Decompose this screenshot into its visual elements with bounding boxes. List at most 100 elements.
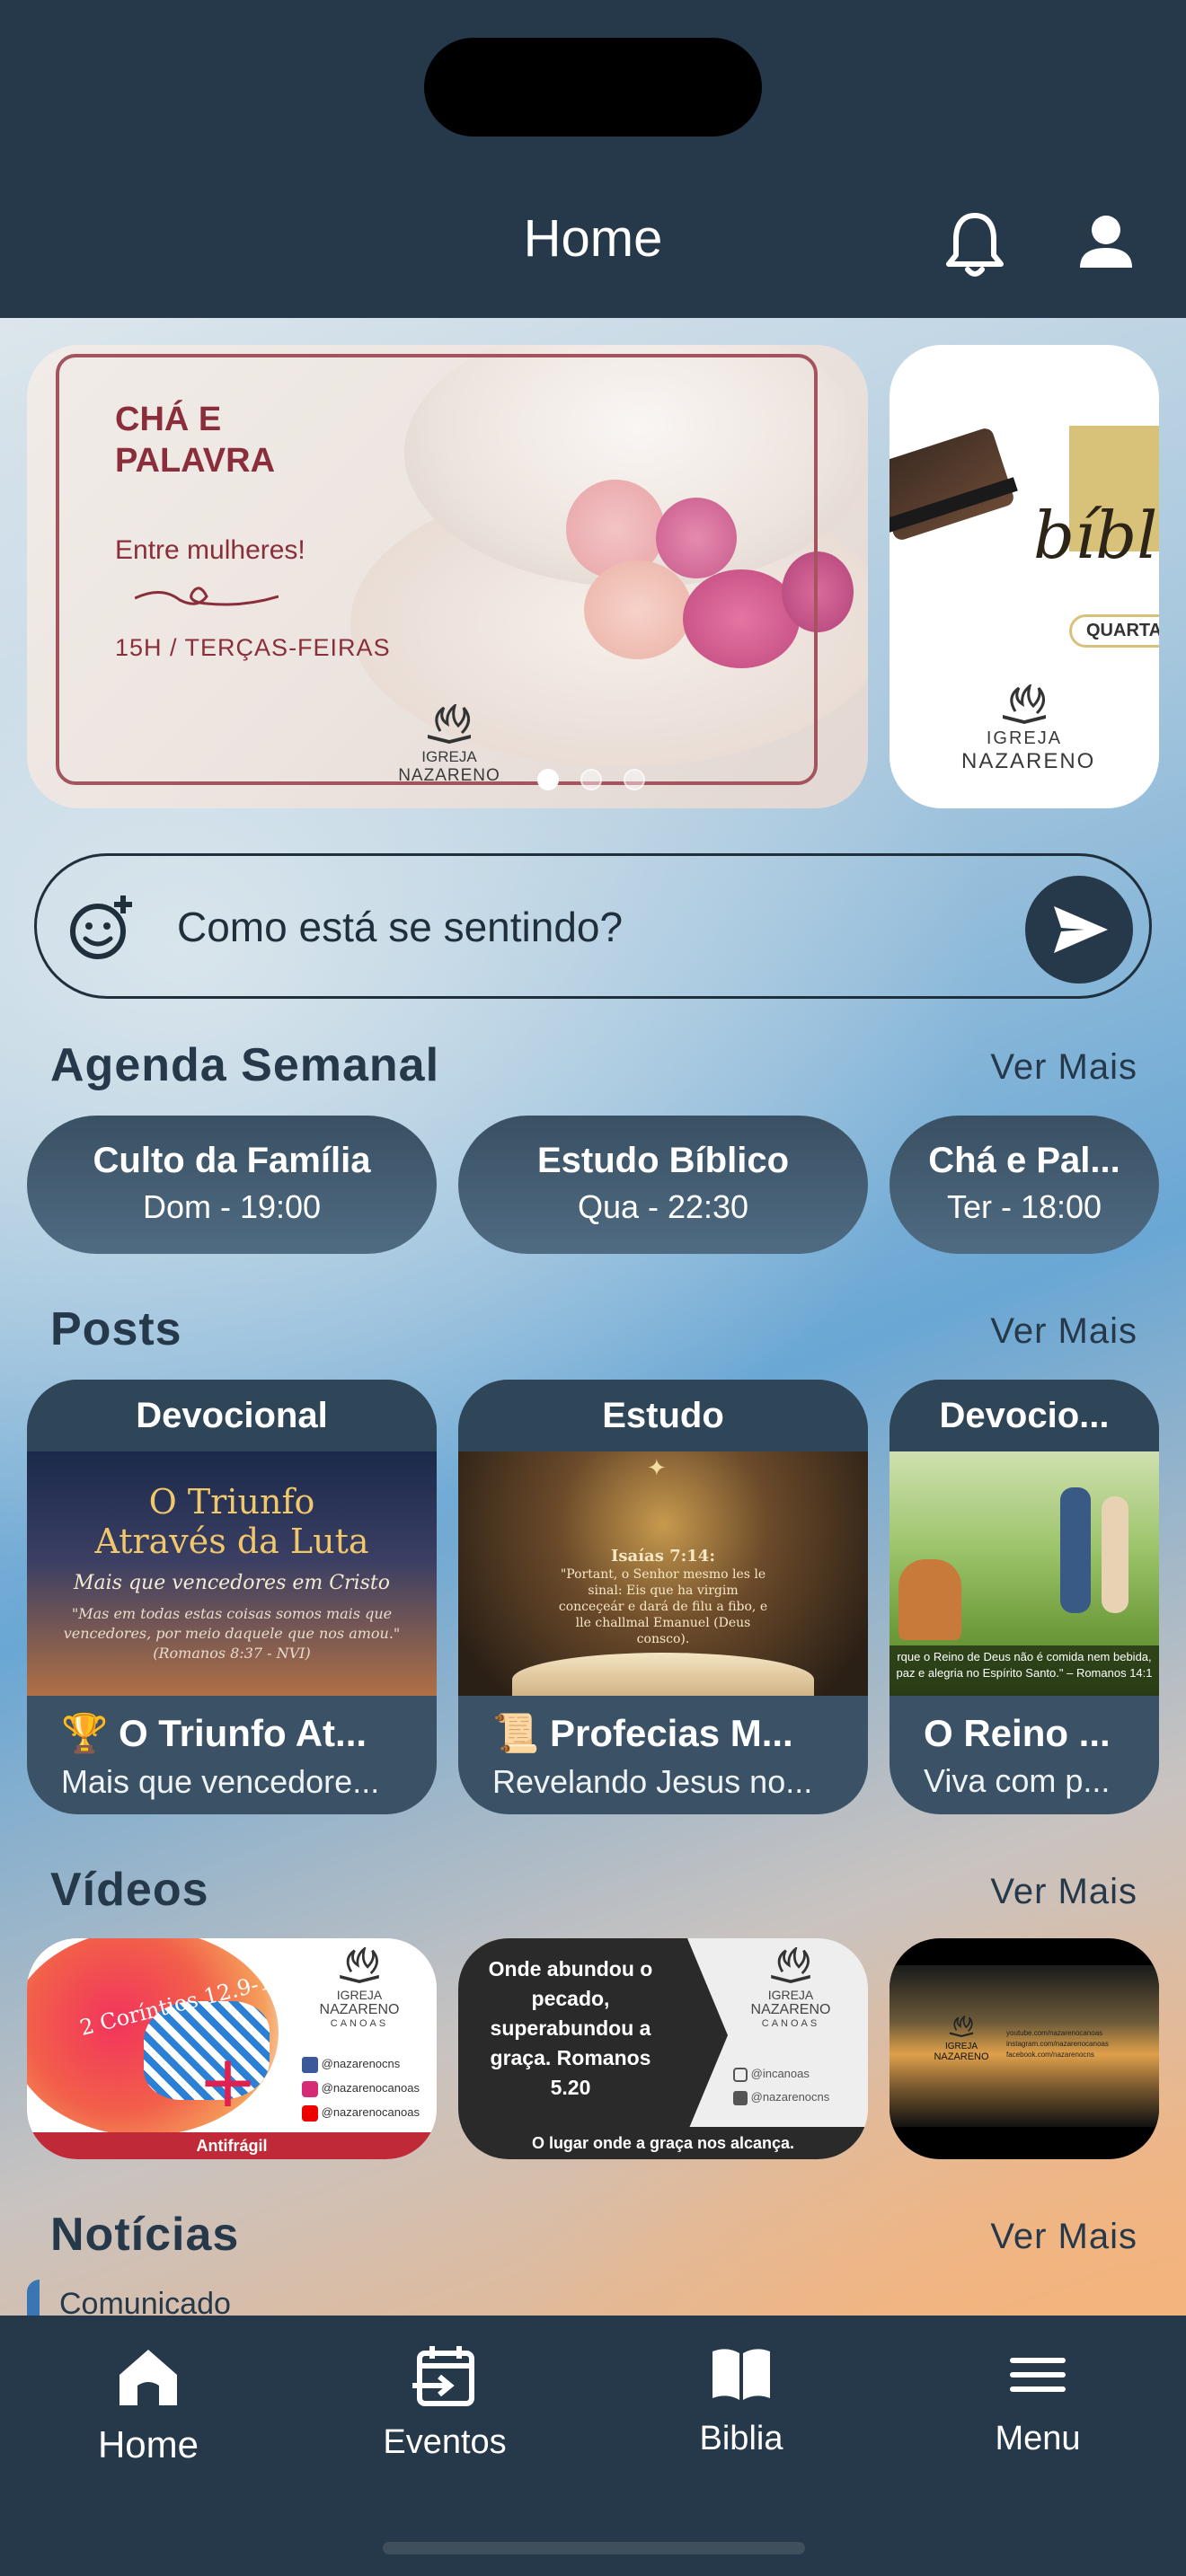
carousel-dot[interactable] <box>537 769 559 790</box>
logo-text: IGREJA <box>421 748 477 765</box>
post-subtitle: Revelando Jesus no... <box>492 1763 813 1800</box>
profile-icon[interactable] <box>1075 208 1137 280</box>
book-icon <box>712 2349 770 2400</box>
social-handles: @nazarenocns @nazarenocanoas @nazarenoca… <box>302 2051 420 2124</box>
add-emoji-icon[interactable] <box>67 894 136 966</box>
videos-ver-mais-link[interactable]: Ver Mais <box>990 1872 1137 1912</box>
agenda-item-time: Ter - 18:00 <box>946 1188 1102 1225</box>
post-image-caption: rque o Reino de Deus não é comida nem be… <box>890 1645 1159 1696</box>
carousel-dot[interactable] <box>580 769 602 790</box>
family-image <box>1060 1487 1091 1613</box>
instagram-icon <box>302 2080 318 2097</box>
page-title: Home <box>523 209 663 268</box>
logo-text: IGREJA <box>336 1988 383 2002</box>
banner-subtitle: Entre mulheres! <box>115 535 305 565</box>
family-image <box>1102 1496 1128 1613</box>
nav-biblia[interactable]: Biblia <box>593 2342 890 2458</box>
video-footer: Antifrágil <box>27 2132 437 2159</box>
post-image-quote: "Mas em todas estas coisas somos mais qu… <box>63 1605 401 1662</box>
youtube-icon <box>302 2104 318 2122</box>
post-image: O Triunfo Através da Luta Mais que vence… <box>27 1451 437 1696</box>
logo-text: IGREJA <box>986 728 1063 748</box>
banner-estudo-biblico[interactable]: bíbl QUARTA IGREJA NAZARENO <box>890 345 1159 808</box>
facebook-icon <box>733 2090 748 2105</box>
open-book-image <box>512 1653 814 1696</box>
social-handles: @incanoas @nazarenocns <box>733 2062 829 2109</box>
agenda-item-name: Chá e Pal... <box>928 1141 1120 1180</box>
church-logo: IGREJA NAZARENO <box>961 682 1096 774</box>
nav-menu[interactable]: Menu <box>890 2342 1186 2458</box>
post-category: Estudo <box>458 1380 868 1451</box>
social-handle: facebook.com/nazarenocns <box>1006 2051 1094 2059</box>
agenda-item[interactable]: Chá e Pal... Ter - 18:00 <box>890 1116 1159 1254</box>
agenda-ver-mais-link[interactable]: Ver Mais <box>990 1047 1137 1088</box>
calendar-icon <box>412 2346 474 2406</box>
carousel-indicator <box>537 769 645 790</box>
post-title: 📜 Profecias M... <box>492 1712 793 1754</box>
cross-icon: + <box>198 2040 259 2123</box>
nav-eventos-label: Eventos <box>383 2423 507 2461</box>
banner-time: 15H / TERÇAS-FEIRAS <box>115 634 391 661</box>
hamburger-icon <box>1010 2358 1066 2392</box>
family-image <box>898 1559 961 1640</box>
nav-menu-label: Menu <box>995 2420 1081 2457</box>
news-card-edge <box>27 2280 40 2316</box>
bottom-nav: Home Eventos Biblia Menu <box>0 2316 1186 2576</box>
banner-title: CHÁ E PALAVRA <box>115 401 276 480</box>
logo-text: NAZARENO <box>934 2051 989 2062</box>
logo-text: NAZARENO <box>961 749 1096 773</box>
video-footer: O lugar onde a graça nos alcança. <box>458 2127 868 2159</box>
logo-text: CANOAS <box>330 2018 389 2029</box>
posts-ver-mais-link[interactable]: Ver Mais <box>990 1311 1137 1352</box>
agenda-item[interactable]: Estudo Bíblico Qua - 22:30 <box>458 1116 868 1254</box>
agenda-item[interactable]: Culto da Família Dom - 19:00 <box>27 1116 437 1254</box>
banner-fragment: bíbl <box>1033 498 1158 573</box>
post-card[interactable]: Estudo ✦ Isaías 7:14: "Portant, o Senhor… <box>458 1380 868 1814</box>
day-badge: QUARTA <box>1069 614 1159 648</box>
logo-text: NAZARENO <box>319 2002 400 2017</box>
banner-cha-e-palavra[interactable]: CHÁ E PALAVRA Entre mulheres! 15H / TERÇ… <box>27 345 868 808</box>
social-handle: @incanoas <box>750 2067 810 2080</box>
mood-placeholder: Como está se sentindo? <box>177 904 624 950</box>
post-card[interactable]: Devocional O Triunfo Através da Luta Mai… <box>27 1380 437 1814</box>
video-card[interactable]: 2 Coríntios 12.9-10 + IGREJA NAZARENO CA… <box>27 1938 437 2159</box>
church-logo: IGREJA NAZARENO <box>925 2014 997 2062</box>
carousel-dot[interactable] <box>624 769 645 790</box>
post-title: O Reino ... <box>924 1712 1111 1754</box>
agenda-item-time: Dom - 19:00 <box>142 1188 322 1225</box>
mood-input[interactable]: Como está se sentindo? <box>34 853 1152 999</box>
star-icon: ✦ <box>647 1455 667 1482</box>
logo-text: IGREJA <box>944 2042 978 2051</box>
facebook-icon <box>302 2056 318 2073</box>
social-handles: youtube.com/nazarenocanoas instagram.com… <box>1006 2028 1109 2060</box>
post-title: 🏆 O Triunfo At... <box>61 1712 367 1754</box>
nav-home[interactable]: Home <box>0 2342 296 2466</box>
send-button[interactable] <box>1025 876 1133 984</box>
social-handle: @nazarenocns <box>321 2057 401 2070</box>
agenda-item-name: Estudo Bíblico <box>537 1141 789 1180</box>
post-subtitle: Mais que vencedore... <box>61 1763 380 1800</box>
video-card[interactable]: Onde abundou o pecado, superabundou a gr… <box>458 1938 868 2159</box>
video-card[interactable]: IGREJA NAZARENO youtube.com/nazarenocano… <box>890 1938 1159 2159</box>
post-image-subtitle: Mais que vencedores em Cristo <box>74 1572 390 1594</box>
post-image-title: O Triunfo Através da Luta <box>94 1482 369 1561</box>
agenda-title: Agenda Semanal <box>50 1039 440 1091</box>
agenda-item-name: Culto da Família <box>93 1141 371 1180</box>
instagram-icon <box>733 2067 748 2082</box>
nav-home-label: Home <box>97 2423 199 2466</box>
post-image: ✦ Isaías 7:14: "Portant, o Senhor mesmo … <box>458 1451 868 1696</box>
app-header: Home <box>0 0 1186 318</box>
bell-icon[interactable] <box>943 208 1006 280</box>
nav-eventos[interactable]: Eventos <box>296 2342 593 2462</box>
logo-text: NAZARENO <box>750 2002 831 2017</box>
videos-title: Vídeos <box>50 1864 209 1916</box>
noticias-ver-mais-link[interactable]: Ver Mais <box>990 2217 1137 2257</box>
post-image-quote: "Portant, o Senhor mesmo les le sinal: E… <box>558 1567 768 1646</box>
post-image-ref: Isaías 7:14: <box>611 1547 715 1566</box>
home-icon <box>119 2350 177 2405</box>
post-subtitle: Viva com p... <box>924 1762 1111 1799</box>
social-handle: instagram.com/nazarenocanoas <box>1006 2040 1109 2048</box>
social-handle: @nazarenocanoas <box>321 2105 420 2119</box>
post-category: Devocio... <box>890 1380 1159 1451</box>
post-card[interactable]: Devocio... rque o Reino de Deus não é co… <box>890 1380 1159 1814</box>
